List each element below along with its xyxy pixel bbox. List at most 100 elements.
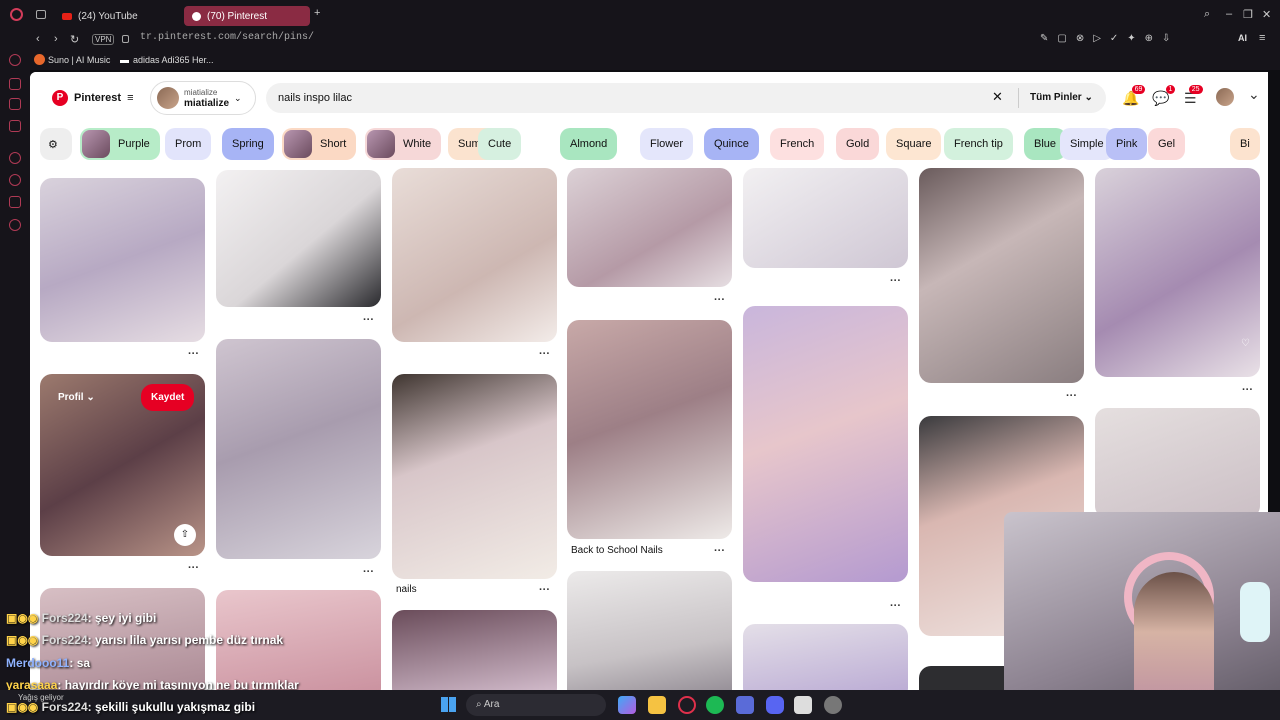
pin-image[interactable] (216, 170, 381, 307)
back-icon[interactable]: ‹ (36, 33, 40, 45)
hamburger-icon[interactable]: ≡ (127, 92, 133, 104)
forward-icon[interactable]: › (54, 33, 58, 45)
taskbar-search[interactable]: ⌕ Ara (466, 694, 606, 716)
filters-button[interactable]: ⚙ (40, 128, 72, 160)
pin-image[interactable] (743, 624, 908, 690)
chip-prom[interactable]: Prom (165, 128, 212, 160)
chip-french[interactable]: French (770, 128, 825, 160)
play-icon[interactable] (9, 152, 21, 164)
settings-icon[interactable] (824, 696, 842, 714)
more-options-icon[interactable]: ··· (363, 314, 374, 326)
save-button[interactable]: Kaydet (141, 384, 195, 411)
pin-title[interactable]: nails (396, 584, 417, 595)
more-options-icon[interactable]: ··· (539, 348, 550, 360)
search-input[interactable]: nails inspo lilac (266, 83, 1106, 113)
more-options-icon[interactable]: ··· (1242, 384, 1253, 396)
chip-almond[interactable]: Almond (560, 128, 618, 160)
updates-icon[interactable]: ☰ 25 (1184, 85, 1203, 107)
pin-image[interactable] (743, 306, 908, 582)
toolbar-icons[interactable]: ✎▢⊗▷✓✦⊕⇩ (1040, 33, 1179, 44)
profile-avatar[interactable] (1216, 88, 1234, 106)
file-explorer-icon[interactable] (648, 696, 666, 714)
pin-image[interactable] (392, 610, 557, 690)
pin-image-hovered[interactable]: Profil ⌄ Kaydet ⇧ (40, 374, 205, 556)
account-handle: miatialize (184, 88, 218, 97)
bookmark-adidas[interactable]: adidas Adi365 Her... (133, 55, 214, 65)
pin-title[interactable]: Back to School Nails (571, 545, 663, 556)
account-switcher[interactable]: miatialize miatialize ⌄ (150, 81, 256, 115)
minimize-button[interactable]: – (1226, 8, 1232, 20)
chip-quince[interactable]: Quince (704, 128, 759, 160)
chip-gel[interactable]: Gel (1148, 128, 1186, 160)
notifications-icon[interactable]: 🔔 69 (1122, 85, 1146, 107)
chip-french-tip[interactable]: French tip (944, 128, 1013, 160)
settings-icon[interactable] (9, 219, 21, 231)
pinterest-home-link[interactable]: P Pinterest ≡ (52, 90, 134, 106)
workspace-icon[interactable] (9, 78, 21, 90)
windows-start-icon[interactable] (441, 697, 456, 712)
pin-image[interactable] (743, 168, 908, 268)
close-window-button[interactable]: ✕ (1262, 8, 1271, 21)
url-field[interactable]: tr.pinterest.com/search/pins/ (140, 32, 314, 43)
maximize-button[interactable]: ❐ (1243, 8, 1253, 21)
tab-pinterest[interactable]: (70) Pinterest (184, 6, 310, 26)
music-icon[interactable] (9, 120, 21, 132)
search-tabs-icon[interactable]: ⌕ (1204, 8, 1210, 21)
pin-image[interactable] (567, 320, 732, 539)
reload-icon[interactable]: ↻ (70, 33, 79, 46)
more-options-icon[interactable]: ··· (363, 566, 374, 578)
clear-search-icon[interactable]: ✕ (992, 89, 1003, 105)
extensions-icon[interactable] (9, 196, 21, 208)
more-options-icon[interactable]: ··· (714, 294, 725, 306)
share-icon[interactable]: ⇧ (174, 524, 196, 546)
opera-icon[interactable] (678, 696, 696, 714)
chip-purple[interactable]: Purple (80, 128, 160, 160)
pin-scope-dropdown[interactable]: Tüm Pinler ⌄ (1030, 92, 1093, 103)
more-options-icon[interactable]: ··· (188, 562, 199, 574)
more-options-icon[interactable]: ··· (890, 600, 901, 612)
chip-spring[interactable]: Spring (222, 128, 274, 160)
chip-flower[interactable]: Flower (640, 128, 694, 160)
messenger-icon[interactable] (9, 54, 21, 66)
pin-image[interactable] (40, 178, 205, 342)
profile-dropdown[interactable]: Profil ⌄ (58, 392, 95, 403)
pin-image[interactable] (919, 168, 1084, 383)
vpn-badge[interactable]: VPN (92, 34, 115, 45)
chip-gold[interactable]: Gold (836, 128, 880, 160)
menu-icon[interactable]: ≡ (1259, 32, 1265, 44)
player-icon[interactable] (9, 98, 21, 110)
pin-image[interactable] (392, 168, 557, 342)
tab-youtube[interactable]: (24) YouTube (54, 6, 182, 26)
like-icon[interactable]: ♡ (1241, 338, 1250, 349)
chip-bi[interactable]: Bi (1230, 128, 1260, 160)
pin-image[interactable] (1095, 408, 1260, 518)
chip-square[interactable]: Square (886, 128, 942, 160)
copilot-icon[interactable] (618, 696, 636, 714)
discord-icon[interactable] (766, 696, 784, 714)
obs-icon[interactable] (794, 696, 812, 714)
more-options-icon[interactable]: ··· (539, 584, 550, 596)
history-icon[interactable] (9, 174, 21, 186)
chip-cute[interactable]: Cute (478, 128, 522, 160)
more-options-icon[interactable]: ··· (1066, 390, 1077, 402)
app-icon[interactable] (736, 696, 754, 714)
chip-pink[interactable]: Pink (1106, 128, 1148, 160)
ai-button[interactable]: AI (1238, 33, 1247, 43)
chip-short[interactable]: Short (282, 128, 357, 160)
more-options-icon[interactable]: ··· (890, 275, 901, 287)
spotify-icon[interactable] (706, 696, 724, 714)
bookmark-suno[interactable]: Suno | AI Music (48, 55, 110, 65)
tab-overview-icon[interactable] (36, 10, 46, 19)
more-options-icon[interactable]: ··· (714, 545, 725, 557)
more-options-icon[interactable]: ··· (188, 348, 199, 360)
pin-image[interactable] (567, 571, 732, 690)
messages-icon[interactable]: 💬 1 (1152, 85, 1176, 107)
pin-image[interactable] (392, 374, 557, 579)
account-menu-chevron-icon[interactable]: ⌄ (1248, 86, 1260, 103)
new-tab-button[interactable]: + (314, 7, 320, 19)
pin-image[interactable] (567, 168, 732, 287)
pin-image[interactable]: ♡ (1095, 168, 1260, 377)
opera-logo-icon[interactable] (10, 8, 23, 21)
pin-image[interactable] (216, 339, 381, 559)
chip-white[interactable]: White (365, 128, 442, 160)
